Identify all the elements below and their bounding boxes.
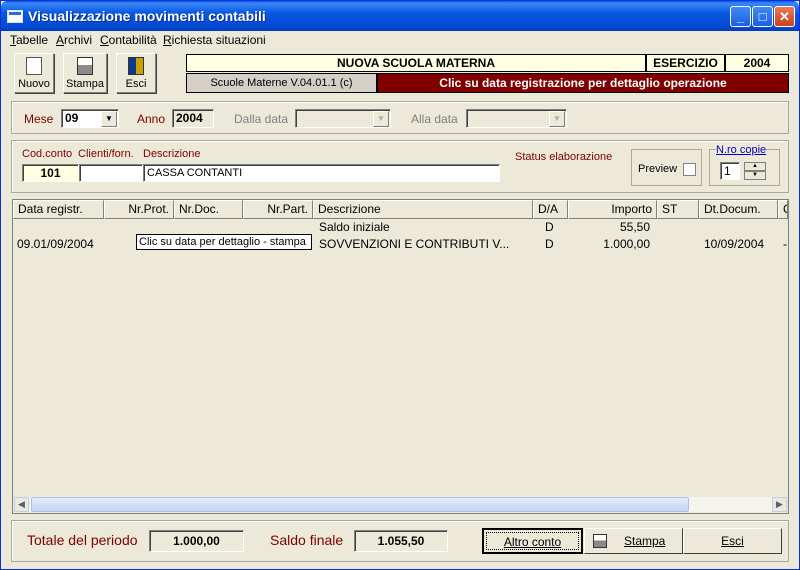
status-label: Status elaborazione [515, 151, 613, 163]
movements-table: Data registr. Nr.Prot. Nr.Doc. Nr.Part. … [12, 199, 789, 514]
version-label: Scuole Materne V.04.01.1 (c) [186, 73, 377, 93]
copies-label: N.ro copie [716, 144, 767, 156]
exercise-label: ESERCIZIO [646, 54, 725, 72]
minimize-button[interactable]: _ [730, 6, 751, 27]
year-label: Anno [137, 112, 166, 126]
title-bar[interactable]: Visualizzazione movimenti contabili _ □ … [1, 1, 799, 31]
exercise-value: 2004 [725, 54, 789, 72]
preview-group: Preview [631, 149, 702, 186]
from-date-field[interactable]: ▼ [295, 109, 391, 128]
exit-toolbar-label: Esci [125, 78, 147, 90]
other-account-label: Altro conto [503, 535, 562, 549]
row1-amount: 55,50 [619, 220, 650, 234]
from-date-dropdown-icon[interactable]: ▼ [373, 111, 389, 127]
copies-field[interactable]: 1 [720, 162, 740, 180]
row2-c: - [783, 237, 787, 251]
client-label: Clienti/forn. [78, 148, 134, 160]
row-tooltip: Clic su data per dettaglio - stampa [136, 234, 312, 250]
month-label: Mese [24, 112, 54, 126]
exit-button[interactable]: Esci [683, 528, 782, 554]
column-header-da[interactable]: D/A [533, 200, 568, 219]
row1-description: Saldo iniziale [319, 220, 390, 234]
close-button[interactable]: ✕ [774, 6, 795, 27]
row2-date-link[interactable]: 09.01/09/2004 [17, 237, 94, 251]
print-label: Stampa [624, 534, 666, 548]
print-toolbar-button[interactable]: Stampa [63, 53, 107, 93]
scroll-left-icon[interactable]: ◀ [14, 497, 29, 512]
new-button-label: Nuovo [18, 78, 50, 90]
menu-archivi[interactable]: Archivi [56, 33, 92, 47]
account-code-field[interactable]: 101 [22, 164, 79, 182]
hint-banner: Clic su data registrazione per dettaglio… [377, 73, 789, 93]
menu-tabelle[interactable]: Tabelle [10, 33, 48, 47]
window-title: Visualizzazione movimenti contabili [28, 8, 266, 24]
final-balance-value: 1.055,50 [354, 530, 448, 552]
month-select[interactable]: 09 ▼ [61, 109, 119, 128]
horizontal-scrollbar[interactable]: ◀ ▶ [14, 497, 787, 512]
period-total-value: 1.000,00 [149, 530, 244, 552]
period-total-label: Totale del periodo [27, 532, 138, 548]
print-button[interactable]: Stampa [584, 528, 683, 554]
column-header-part[interactable]: Nr.Part. [243, 200, 313, 219]
column-header-doc[interactable]: Nr.Doc. [174, 200, 243, 219]
preview-checkbox[interactable] [683, 163, 696, 176]
row2-da: D [545, 237, 554, 251]
year-field[interactable]: 2004 [172, 109, 214, 128]
menu-richiesta-situazioni[interactable]: Richiesta situazioni [163, 33, 266, 47]
menu-contabilita[interactable]: Contabilità [100, 33, 157, 47]
menu-bar: Tabelle Archivi Contabilità Richiesta si… [1, 31, 799, 49]
column-header-amount[interactable]: Importo [568, 200, 657, 219]
description-label: Descrizione [143, 148, 201, 160]
print-toolbar-label: Stampa [66, 78, 104, 90]
maximize-button[interactable]: □ [752, 6, 773, 27]
preview-label: Preview [638, 163, 678, 175]
date-filter-panel: Mese 09 ▼ Anno 2004 Dalla data ▼ Alla da… [11, 101, 789, 134]
copies-down-button[interactable]: ▼ [744, 171, 766, 180]
column-header-prot[interactable]: Nr.Prot. [104, 200, 174, 219]
column-header-docdate[interactable]: Dt.Docum. [699, 200, 778, 219]
new-button[interactable]: Nuovo [14, 53, 54, 93]
copies-group: N.ro copie 1 ▲ ▼ [709, 144, 780, 186]
main-window: Visualizzazione movimenti contabili _ □ … [0, 0, 800, 570]
column-header-date[interactable]: Data registr. [13, 200, 104, 219]
column-header-st[interactable]: ST [657, 200, 699, 219]
to-date-dropdown-icon[interactable]: ▼ [549, 111, 565, 127]
print-icon [593, 534, 607, 548]
copies-up-button[interactable]: ▲ [744, 162, 766, 171]
row2-description: SOVVENZIONI E CONTRIBUTI V... [319, 237, 510, 251]
to-date-label: Alla data [411, 112, 458, 126]
row1-da: D [545, 220, 554, 234]
month-value: 09 [65, 111, 79, 125]
month-dropdown-arrow-icon[interactable]: ▼ [101, 111, 117, 127]
to-date-field[interactable]: ▼ [466, 109, 567, 128]
row2-doc-date: 10/09/2004 [704, 237, 765, 251]
new-document-icon [26, 57, 42, 75]
app-icon [7, 10, 23, 23]
other-account-button[interactable]: Altro conto [482, 528, 583, 554]
client-field[interactable] [79, 164, 143, 182]
scroll-right-icon[interactable]: ▶ [772, 497, 787, 512]
column-header-description[interactable]: Descrizione [313, 200, 533, 219]
final-balance-label: Saldo finale [270, 532, 344, 548]
exit-door-icon [128, 57, 144, 75]
scroll-thumb[interactable] [31, 497, 689, 512]
account-panel: Cod.conto Clienti/forn. Descrizione 101 … [11, 140, 789, 193]
exit-toolbar-button[interactable]: Esci [116, 53, 156, 93]
from-date-label: Dalla data [234, 112, 289, 126]
exit-label: Esci [721, 534, 744, 548]
row2-amount: 1.000,00 [603, 237, 650, 251]
column-header-c[interactable]: C [778, 200, 788, 219]
printer-icon [77, 57, 93, 75]
school-name: NUOVA SCUOLA MATERNA [186, 54, 646, 72]
account-code-label: Cod.conto [22, 148, 73, 160]
description-field[interactable]: CASSA CONTANTI [143, 164, 500, 182]
